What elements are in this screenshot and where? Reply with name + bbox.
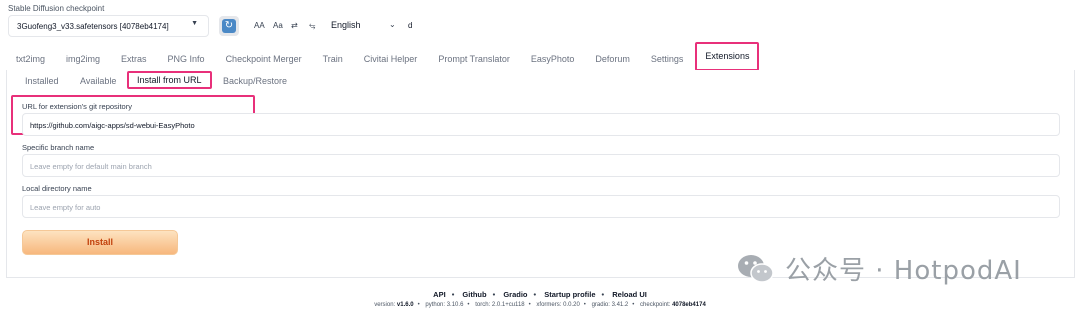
url-label: URL for extension's git repository [22, 102, 132, 111]
tab-checkpoint-merger[interactable]: Checkpoint Merger [226, 48, 302, 70]
tab-prompt-translator[interactable]: Prompt Translator [438, 48, 510, 70]
swap-icon[interactable]: ⇄ [291, 21, 298, 30]
url-input[interactable]: https://github.com/aigc-apps/sd-webui-Ea… [22, 113, 1060, 136]
tab-deforum[interactable]: Deforum [595, 48, 630, 70]
branch-input[interactable]: Leave empty for default main branch [22, 154, 1060, 177]
footer-link-reload-ui[interactable]: Reload UI [612, 290, 647, 299]
branch-label: Specific branch name [22, 143, 95, 152]
subtab-backup-restore[interactable]: Backup/Restore [223, 76, 287, 86]
chevron-down-icon[interactable]: ⌄ [389, 20, 396, 29]
refresh-icon: ↻ [222, 19, 236, 33]
watermark: 公众号 · HotpodAI [737, 250, 1022, 287]
checkpoint-label: Stable Diffusion checkpoint [8, 4, 105, 13]
directory-label: Local directory name [22, 184, 92, 193]
main-tabs: txt2img img2img Extras PNG Info Checkpoi… [6, 42, 760, 71]
tab-settings[interactable]: Settings [651, 48, 684, 70]
checkpoint-key: checkpoint: [640, 302, 673, 308]
tab-img2img[interactable]: img2img [66, 48, 100, 70]
tab-txt2img[interactable]: txt2img [16, 48, 45, 70]
footer-link-gradio[interactable]: Gradio [503, 290, 527, 299]
xformers-key: xformers: [536, 302, 564, 308]
version-value: v1.6.0 [396, 302, 414, 308]
footer-link-github[interactable]: Github [462, 290, 486, 299]
wechat-icon [738, 254, 774, 283]
gradio-value: 3.41.2 [611, 302, 629, 308]
checkpoint-value: 4078eb4174 [672, 302, 706, 308]
subtab-available[interactable]: Available [80, 76, 116, 86]
xformers-value: 0.0.20 [563, 302, 580, 308]
font-size-large-icon[interactable]: AA [254, 21, 265, 30]
subtab-installed[interactable]: Installed [25, 76, 59, 86]
tab-png-info[interactable]: PNG Info [168, 48, 205, 70]
torch-key: torch: [475, 302, 492, 308]
version-key: version: [374, 302, 397, 308]
refresh-checkpoint-button[interactable]: ↻ [219, 16, 239, 36]
python-key: python: [425, 302, 447, 308]
footer-versions: version: v1.6.0 • python: 3.10.6 • torch: … [374, 302, 706, 308]
subtab-install-from-url[interactable]: Install from URL [127, 71, 212, 89]
tab-civitai-helper[interactable]: Civitai Helper [364, 48, 418, 70]
tab-easyphoto[interactable]: EasyPhoto [531, 48, 575, 70]
chevron-down-icon: ▼ [191, 20, 198, 27]
install-button[interactable]: Install [22, 230, 178, 255]
language-extra: d [408, 21, 413, 30]
python-value: 3.10.6 [446, 302, 464, 308]
footer-link-startup-profile[interactable]: Startup profile [544, 290, 595, 299]
language-select[interactable]: English [331, 20, 361, 30]
footer-link-api[interactable]: API [433, 290, 446, 299]
footer-links: API • Github • Gradio • Startup profile • Re… [433, 290, 647, 299]
gradio-key: gradio: [591, 302, 612, 308]
settings-swap-icon[interactable]: ⥃ [309, 21, 315, 31]
directory-input[interactable]: Leave empty for auto [22, 195, 1060, 218]
font-size-small-icon[interactable]: Aa [273, 21, 283, 30]
torch-value: 2.0.1+cu118 [491, 302, 525, 308]
checkpoint-value: 3Guofeng3_v33.safetensors [4078eb4174] [17, 22, 169, 31]
tab-train[interactable]: Train [323, 48, 343, 70]
checkpoint-select[interactable]: 3Guofeng3_v33.safetensors [4078eb4174] ▼ [8, 15, 209, 37]
tab-extensions[interactable]: Extensions [695, 42, 760, 71]
watermark-text: 公众号 · HotpodAI [785, 256, 1022, 286]
tab-extras[interactable]: Extras [121, 48, 147, 70]
